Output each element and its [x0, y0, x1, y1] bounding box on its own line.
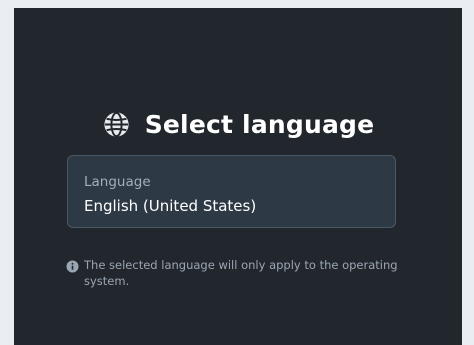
- page-title: Select language: [144, 109, 375, 139]
- language-dialog: Select language Language English (United…: [14, 8, 462, 345]
- language-select-label: Language: [84, 174, 151, 190]
- info-note-text: The selected language will only apply to…: [84, 258, 398, 288]
- globe-icon: [102, 110, 131, 139]
- info-icon: [66, 258, 79, 273]
- language-select-value: English (United States): [84, 197, 257, 215]
- dialog-header: Select language: [14, 102, 462, 146]
- language-select[interactable]: Language English (United States): [67, 155, 396, 228]
